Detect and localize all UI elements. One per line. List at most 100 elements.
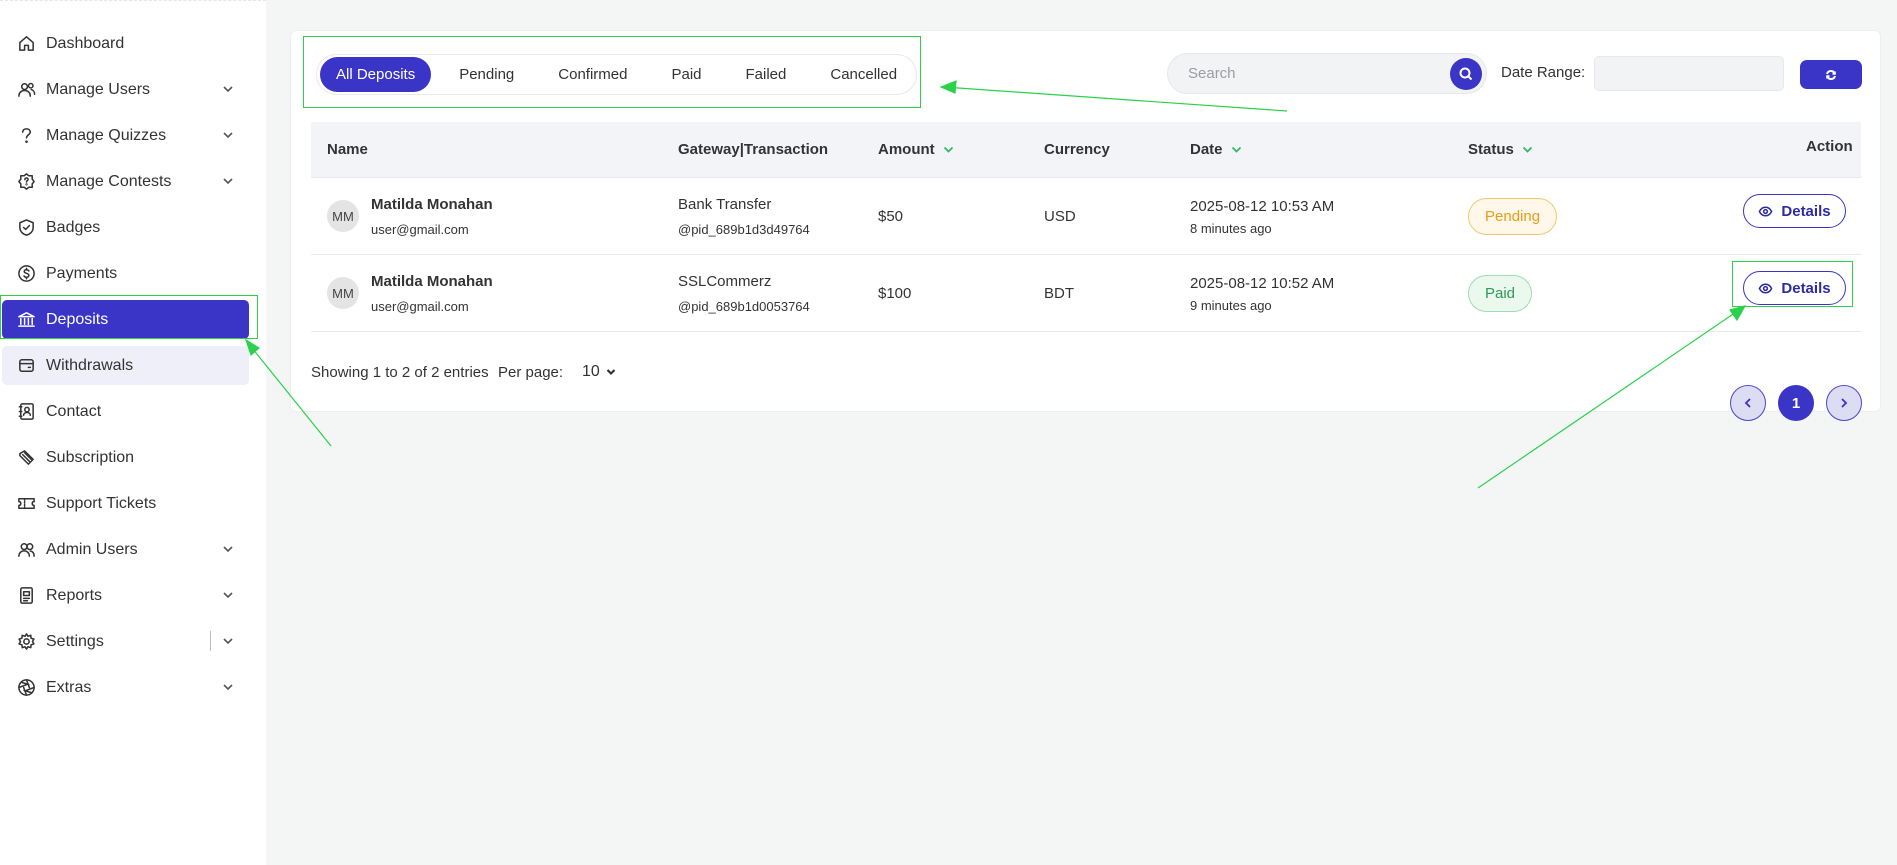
column-header-status[interactable]: Status: [1468, 141, 1534, 158]
search-icon: [1459, 67, 1473, 81]
chevron-down-icon: [221, 588, 235, 602]
date: 2025-08-12 10:52 AM: [1190, 275, 1335, 292]
sidebar-item-label: Subscription: [46, 448, 135, 466]
sidebar-item-label: Payments: [46, 264, 118, 282]
sidebar-item-subscription[interactable]: Subscription: [2, 438, 249, 477]
sidebar-item-manage-quizzes[interactable]: Manage Quizzes: [2, 116, 249, 155]
chevron-down-icon: [221, 634, 235, 648]
sidebar-item-support-tickets[interactable]: Support Tickets: [2, 484, 249, 523]
status-badge: Paid: [1468, 275, 1533, 312]
sidebar-item-payments[interactable]: Payments: [2, 254, 249, 293]
sidebar-item-label: Settings: [46, 632, 104, 650]
customer-name: Matilda Monahan: [371, 196, 493, 213]
sidebar-item-label: Manage Users: [46, 80, 151, 98]
sidebar-item-manage-contests[interactable]: Manage Contests: [2, 162, 249, 201]
tab-paid[interactable]: Paid: [655, 57, 717, 92]
status-badge: Pending: [1468, 198, 1558, 235]
ticket-icon: [16, 494, 36, 514]
sidebar-item-badges[interactable]: Badges: [2, 208, 249, 247]
sidebar-item-reports[interactable]: Reports: [2, 576, 249, 615]
per-page-select[interactable]: 10: [582, 363, 617, 381]
sidebar-item-withdrawals[interactable]: Withdrawals: [2, 346, 249, 385]
report-icon: [16, 586, 36, 606]
table-row: MM Matilda Monahan user@gmail.com SSLCom…: [311, 255, 1861, 332]
date-range-input[interactable]: [1594, 56, 1784, 91]
details-button-label: Details: [1781, 279, 1831, 297]
chevron-down-icon: [221, 174, 235, 188]
date-range-label: Date Range:: [1501, 64, 1586, 81]
avatar: MM: [327, 200, 359, 232]
customer-name: Matilda Monahan: [371, 273, 493, 290]
next-page-button[interactable]: [1826, 385, 1862, 421]
refresh-button[interactable]: [1800, 60, 1862, 89]
relative-time: 9 minutes ago: [1190, 298, 1272, 313]
sidebar-item-admin-users[interactable]: Admin Users: [2, 530, 249, 569]
users-icon: [16, 80, 36, 100]
dollar-circle-icon: [16, 264, 36, 284]
chevron-down-icon: [221, 128, 235, 142]
relative-time: 8 minutes ago: [1190, 221, 1272, 236]
details-button-label: Details: [1781, 202, 1831, 220]
per-page-label: Per page:: [498, 364, 564, 381]
prev-page-button[interactable]: [1730, 385, 1766, 421]
per-page-value: 10: [582, 363, 600, 380]
chevron-left-icon: [1744, 398, 1751, 408]
sidebar-item-deposits[interactable]: Deposits: [2, 300, 249, 339]
eye-icon: [1758, 283, 1773, 293]
sidebar-item-label: Deposits: [46, 310, 109, 328]
sidebar-item-label: Manage Quizzes: [46, 126, 167, 144]
search-input[interactable]: [1168, 54, 1428, 93]
avatar: MM: [327, 277, 359, 309]
sidebar-item-label: Dashboard: [46, 34, 125, 52]
table-row: MM Matilda Monahan user@gmail.com Bank T…: [311, 178, 1861, 255]
tab-all-deposits[interactable]: All Deposits: [320, 57, 432, 92]
sidebar-item-contact[interactable]: Contact: [2, 392, 249, 431]
sidebar-item-manage-users[interactable]: Manage Users: [2, 70, 249, 109]
sidebar-item-label: Manage Contests: [46, 172, 172, 190]
amount: $100: [878, 285, 912, 302]
currency: USD: [1044, 208, 1076, 225]
column-header-action: Action: [1806, 138, 1853, 155]
details-button[interactable]: Details: [1743, 271, 1846, 305]
customer-email: user@gmail.com: [371, 299, 469, 314]
sidebar-item-dashboard[interactable]: Dashboard: [2, 24, 249, 63]
entries-info: Showing 1 to 2 of 2 entries: [311, 364, 489, 381]
tab-pending[interactable]: Pending: [443, 57, 530, 92]
sidebar-item-label: Admin Users: [46, 540, 138, 558]
gear-icon: [16, 632, 36, 652]
column-header-date[interactable]: Date: [1190, 141, 1243, 158]
tab-cancelled[interactable]: Cancelled: [814, 57, 913, 92]
chevron-down-icon: [221, 680, 235, 694]
column-header-currency: Currency: [1044, 141, 1110, 158]
sidebar-item-label: Reports: [46, 586, 103, 604]
customer-email: user@gmail.com: [371, 222, 469, 237]
transaction-id: @pid_689b1d3d49764: [678, 222, 810, 237]
sidebar-item-label: Withdrawals: [46, 356, 134, 374]
tab-failed[interactable]: Failed: [730, 57, 803, 92]
sidebar-item-settings[interactable]: Settings: [2, 622, 249, 661]
gateway-name: Bank Transfer: [678, 196, 772, 213]
details-button[interactable]: Details: [1743, 194, 1846, 228]
sidebar-item-label: Extras: [46, 678, 92, 696]
column-header-amount[interactable]: Amount: [878, 141, 955, 158]
sidebar: Dashboard Manage Users Manage Quizzes Ma…: [0, 0, 266, 865]
sidebar-item-label: Contact: [46, 402, 102, 420]
sort-chevron-icon: [942, 143, 955, 156]
search-box: [1167, 53, 1487, 94]
chevron-down-icon: [606, 369, 616, 376]
search-button[interactable]: [1450, 58, 1482, 90]
badge-question-icon: [16, 172, 36, 192]
page-number-button[interactable]: 1: [1778, 385, 1814, 421]
column-header-amount-label: Amount: [878, 141, 935, 158]
eye-icon: [1758, 206, 1773, 216]
question-icon: [16, 126, 36, 146]
currency: BDT: [1044, 285, 1074, 302]
gateway-name: SSLCommerz: [678, 273, 772, 290]
sidebar-item-extras[interactable]: Extras: [2, 668, 249, 707]
admin-users-icon: [16, 540, 36, 560]
deposits-card: All Deposits Pending Confirmed Paid Fail…: [290, 30, 1881, 421]
wallet-icon: [16, 356, 36, 376]
tab-confirmed[interactable]: Confirmed: [542, 57, 643, 92]
shield-check-icon: [16, 218, 36, 238]
sidebar-item-label: Badges: [46, 218, 101, 236]
